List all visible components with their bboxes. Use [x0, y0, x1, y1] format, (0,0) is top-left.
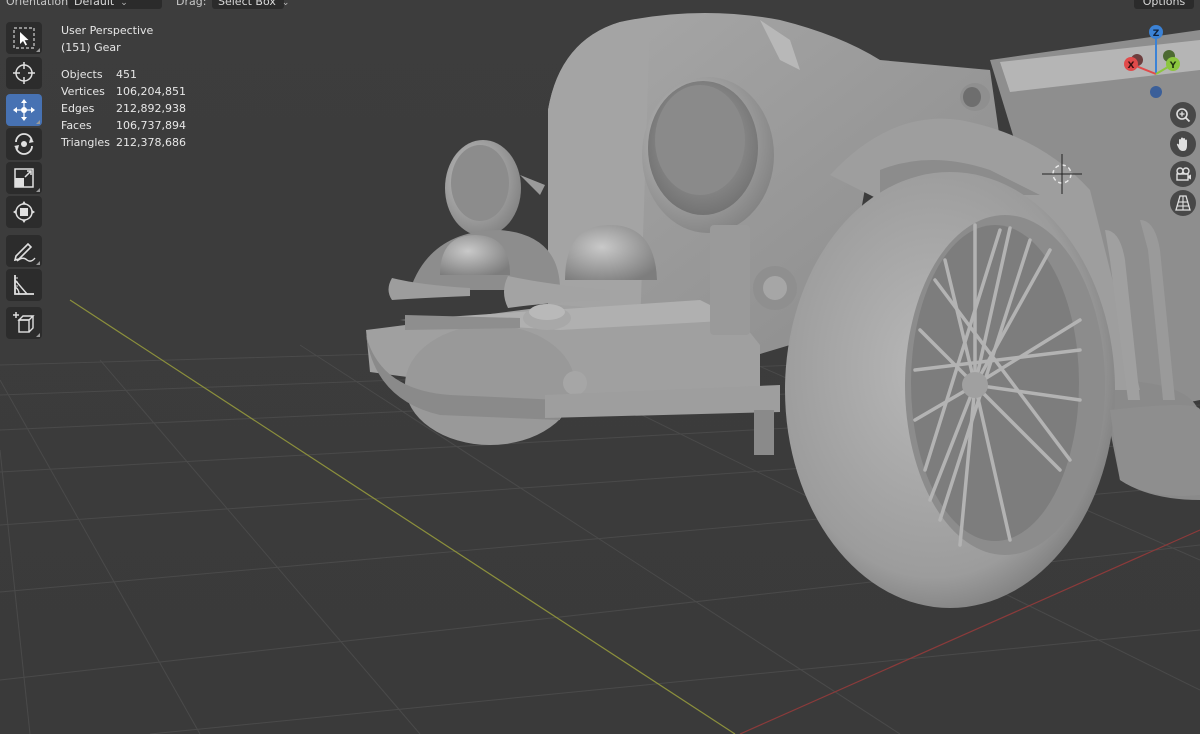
stat-row: Vertices 106,204,851 — [61, 83, 186, 100]
rotate-tool[interactable] — [6, 128, 42, 160]
select-box-icon — [13, 27, 35, 49]
stat-row: Objects 451 — [61, 66, 186, 83]
camera-view-button[interactable] — [1170, 161, 1196, 187]
stat-label: Objects — [61, 68, 103, 81]
viewport-stats-overlay: User Perspective (151) Gear Objects 451 … — [61, 22, 186, 151]
tool-variants-indicator — [36, 261, 40, 265]
stat-row: Edges 212,892,938 — [61, 100, 186, 117]
scale-tool[interactable] — [6, 162, 42, 194]
move-tool[interactable] — [6, 94, 42, 126]
orientation-label: Orientation: — [6, 0, 72, 8]
neg-z-handle[interactable] — [1150, 86, 1162, 98]
stat-label: Edges — [61, 102, 95, 115]
stat-value: 106,204,851 — [116, 85, 186, 98]
camera-icon — [1176, 167, 1191, 181]
select-box-tool[interactable] — [6, 22, 42, 54]
options-button[interactable]: Options — [1134, 0, 1194, 9]
y-axis-label: Y — [1169, 61, 1177, 71]
tool-variants-indicator — [36, 333, 40, 337]
tool-variants-indicator — [36, 48, 40, 52]
zoom-icon — [1176, 108, 1191, 123]
transform-icon — [13, 201, 35, 223]
tool-variants-indicator — [36, 120, 40, 124]
chevron-down-icon: ⌄ — [120, 0, 128, 8]
collection-info: (151) Gear — [61, 41, 121, 54]
stat-value: 106,737,894 — [116, 119, 186, 132]
stat-label: Triangles — [61, 136, 110, 149]
orientation-dropdown[interactable]: Default ⌄ — [68, 0, 162, 9]
scene-statistics: Objects 451 Vertices 106,204,851 Edges 2… — [61, 66, 186, 151]
annotate-tool[interactable] — [6, 235, 42, 267]
navigation-gizmo[interactable]: Z X Y — [1110, 18, 1200, 108]
cursor-icon — [13, 62, 35, 84]
add-cube-icon — [13, 312, 35, 333]
stat-row: Triangles 212,378,686 — [61, 134, 186, 151]
car-model[interactable] — [366, 12, 1200, 608]
chevron-down-icon: ⌄ — [281, 0, 290, 8]
pan-button[interactable] — [1170, 131, 1196, 157]
view-name: User Perspective — [61, 24, 154, 37]
3d-viewport[interactable]: Orientation: Default ⌄ Drag: Select Box ⌄ … — [0, 0, 1200, 734]
add-cube-tool[interactable] — [6, 307, 42, 339]
x-axis-label: X — [1128, 61, 1135, 71]
stat-value: 212,892,938 — [116, 102, 186, 115]
drag-label: Drag: — [176, 0, 207, 8]
stat-value: 212,378,686 — [116, 136, 186, 149]
measure-ruler-icon — [14, 275, 34, 295]
perspective-toggle-button[interactable] — [1170, 190, 1196, 216]
cursor-tool[interactable] — [6, 57, 42, 89]
drag-value: Select Box — [218, 0, 276, 8]
viewport-header: Orientation: Default ⌄ Drag: Select Box ⌄ — [0, 0, 1200, 9]
pan-hand-icon — [1176, 137, 1187, 151]
stat-label: Vertices — [61, 85, 105, 98]
move-icon — [13, 99, 35, 121]
z-axis-label: Z — [1153, 29, 1160, 39]
annotate-pencil-icon — [13, 242, 36, 262]
measure-tool[interactable] — [6, 269, 42, 301]
scale-icon — [14, 168, 34, 188]
stat-value: 451 — [116, 68, 137, 81]
rotate-icon — [14, 133, 34, 155]
orientation-value: Default — [74, 0, 115, 8]
drag-dropdown[interactable]: Select Box ⌄ — [212, 0, 289, 9]
stat-label: Faces — [61, 119, 92, 132]
stat-row: Faces 106,737,894 — [61, 117, 186, 134]
tool-variants-indicator — [36, 188, 40, 192]
perspective-grid-icon — [1175, 195, 1191, 211]
zoom-button[interactable] — [1170, 102, 1196, 128]
transform-tool[interactable] — [6, 196, 42, 228]
